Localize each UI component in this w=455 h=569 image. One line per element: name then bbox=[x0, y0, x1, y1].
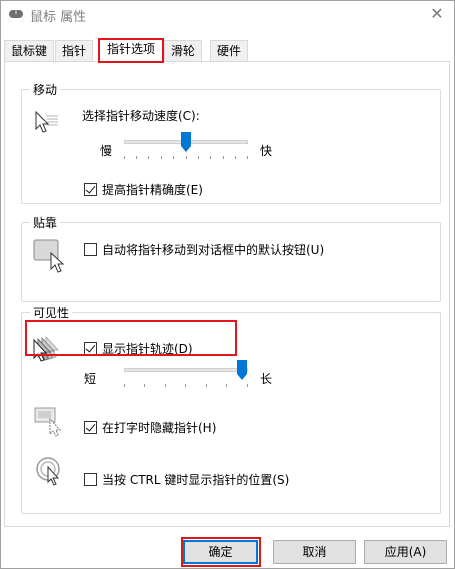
snap-label: 自动将指针移动到对话框中的默认按钮(U) bbox=[102, 243, 325, 257]
close-button[interactable]: ✕ bbox=[425, 2, 449, 26]
ctrl-locate-checkbox[interactable] bbox=[84, 473, 97, 486]
close-icon: ✕ bbox=[430, 4, 444, 23]
pointer-speed-icon bbox=[35, 110, 58, 133]
apply-button[interactable]: 应用(A) bbox=[364, 540, 447, 564]
precision-label: 提高指针精确度(E) bbox=[102, 183, 203, 197]
speed-slider-ticks bbox=[124, 156, 248, 160]
ok-button[interactable]: 确定 bbox=[183, 540, 258, 564]
window-title: 鼠标 属性 bbox=[30, 10, 87, 25]
fast-label: 快 bbox=[260, 144, 273, 158]
long-label: 长 bbox=[260, 372, 273, 386]
hide-while-typing-label: 在打字时隐藏指针(H) bbox=[102, 421, 217, 435]
snap-group: 贴靠 自动将指针移动到对话框中的默认按钮(U) bbox=[21, 214, 441, 302]
snap-checkbox[interactable] bbox=[84, 243, 97, 256]
trails-label: 显示指针轨迹(D) bbox=[102, 342, 193, 356]
trails-slider-thumb[interactable] bbox=[237, 360, 247, 380]
speed-label: 选择指针移动速度(C): bbox=[82, 109, 200, 123]
motion-group-label: 移动 bbox=[30, 81, 61, 98]
tab-panel-pointer-options: 移动 选择指针移动速度(C): 慢 快 提高指针精确度(E) 贴靠 自动将指针移… bbox=[4, 61, 450, 527]
ctrl-locate-option[interactable]: 当按 CTRL 键时显示指针的位置(S) bbox=[84, 471, 289, 488]
ctrl-locate-label: 当按 CTRL 键时显示指针的位置(S) bbox=[102, 473, 290, 487]
hide-while-typing-option[interactable]: 在打字时隐藏指针(H) bbox=[84, 419, 216, 436]
tab-wheel[interactable]: 滑轮 bbox=[164, 40, 203, 62]
cancel-button[interactable]: 取消 bbox=[273, 540, 356, 564]
pointer-trails-icon bbox=[33, 335, 60, 362]
visibility-group: 可见性 显示指针轨迹(D) 短 长 在打字时隐藏指针(H) 当按 CTRL 键时… bbox=[21, 304, 441, 514]
hide-while-typing-checkbox[interactable] bbox=[84, 421, 97, 434]
trails-checkbox[interactable] bbox=[84, 342, 97, 355]
tab-pointers[interactable]: 指针 bbox=[55, 40, 94, 62]
mouse-icon bbox=[9, 10, 23, 18]
snap-group-label: 贴靠 bbox=[30, 214, 61, 231]
ctrl-locate-icon bbox=[36, 457, 60, 486]
title-bar: 鼠标 属性 ✕ bbox=[0, 0, 455, 30]
precision-checkbox[interactable] bbox=[84, 183, 97, 196]
trails-slider-ticks bbox=[124, 384, 248, 388]
trails-option[interactable]: 显示指针轨迹(D) bbox=[84, 340, 193, 357]
snap-option[interactable]: 自动将指针移动到对话框中的默认按钮(U) bbox=[84, 241, 324, 258]
hide-while-typing-icon bbox=[34, 407, 62, 437]
tab-hardware[interactable]: 硬件 bbox=[210, 40, 249, 62]
trails-slider-track[interactable] bbox=[124, 368, 248, 372]
tab-strip: 鼠标键 指针 指针选项 滑轮 硬件 bbox=[4, 38, 454, 63]
tab-buttons[interactable]: 鼠标键 bbox=[4, 40, 55, 62]
short-label: 短 bbox=[84, 372, 97, 386]
motion-group: 移动 选择指针移动速度(C): 慢 快 提高指针精确度(E) bbox=[21, 81, 441, 204]
speed-slider-thumb[interactable] bbox=[181, 132, 191, 152]
tab-pointer-options[interactable]: 指针选项 bbox=[98, 38, 165, 63]
snap-to-icon bbox=[33, 239, 65, 273]
visibility-group-label: 可见性 bbox=[30, 304, 73, 321]
precision-option[interactable]: 提高指针精确度(E) bbox=[84, 181, 203, 198]
slow-label: 慢 bbox=[100, 144, 113, 158]
